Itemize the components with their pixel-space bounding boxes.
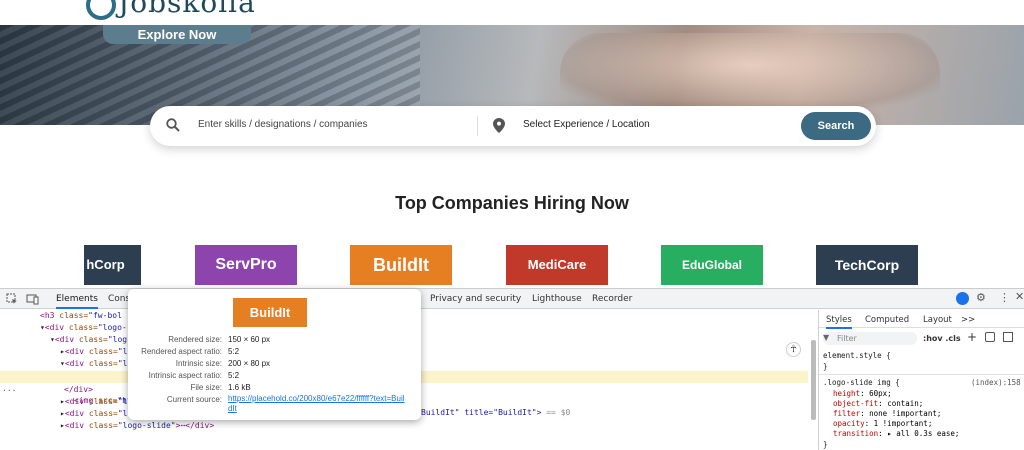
more-options-icon[interactable]: ⋮: [999, 291, 1010, 304]
logo-text: Jobskolla: [118, 0, 256, 19]
company-name: EduGlobal: [682, 258, 742, 272]
rule-close: }: [823, 440, 828, 449]
rule-close: }: [823, 362, 828, 371]
styles-filter-input[interactable]: Filter: [823, 332, 917, 345]
company-name: ServPro: [215, 256, 277, 273]
css-selector[interactable]: .logo-slide img {: [823, 378, 900, 388]
company-logo-medicare[interactable]: MediCare: [506, 245, 608, 285]
page: Jobskolla Explore Now Enter skills / des…: [0, 0, 1024, 450]
tooltip-row: Intrinsic aspect ratio: 5:2: [148, 371, 240, 380]
company-logo-techcorp[interactable]: TechCorp: [816, 245, 918, 285]
job-search-bar: Enter skills / designations / companies …: [150, 106, 876, 146]
css-property[interactable]: transition: ▸ all 0.3s ease;: [833, 429, 959, 439]
accessibility-icon[interactable]: ☥: [786, 342, 801, 357]
sidebar-toggle-icon[interactable]: [1003, 332, 1013, 342]
company-logo-eduglobal[interactable]: EduGlobal: [661, 245, 763, 285]
dom-node-line[interactable]: ▸<div class="l: [60, 396, 127, 408]
tab-layout[interactable]: Layout: [923, 315, 952, 325]
filter-icon: ▼: [823, 333, 830, 342]
search-divider: [477, 116, 478, 136]
toggle-color-icon[interactable]: [985, 332, 995, 342]
hov-cls-toggles[interactable]: :hov .cls: [923, 334, 961, 343]
dom-node-line[interactable]: ▸<div class="logo-slide">⋯</div>: [60, 420, 214, 432]
logo-q-icon: [86, 0, 116, 20]
css-source-link[interactable]: (index):158: [971, 378, 1021, 388]
tab-recorder[interactable]: Recorder: [592, 294, 632, 304]
company-logo-buildit[interactable]: BuildIt: [350, 245, 452, 285]
css-property[interactable]: height: 60px;: [833, 389, 892, 399]
company-name: TechCorp: [834, 257, 900, 273]
add-rule-icon[interactable]: +: [967, 330, 977, 344]
tooltip-row: Rendered aspect ratio: 5:2: [141, 347, 240, 356]
issues-badge-icon[interactable]: [956, 292, 969, 305]
rule-divider: [819, 374, 1024, 375]
tab-privacy-security[interactable]: Privacy and security: [430, 294, 521, 304]
styles-pane: Styles Computed Layout >> Filter ▼ :hov …: [811, 310, 1024, 450]
dom-node-line[interactable]: ▸<div class="l: [60, 408, 127, 420]
element-style-rule[interactable]: element.style {: [823, 351, 891, 361]
css-property[interactable]: opacity: 1 !important;: [833, 419, 932, 429]
company-logo-hcorp[interactable]: hCorp: [84, 245, 141, 285]
device-toolbar-icon[interactable]: [26, 293, 39, 305]
close-devtools-icon[interactable]: ✕: [1015, 290, 1024, 303]
image-preview-tooltip: BuildIt Rendered size: 150 × 60 px Render…: [128, 289, 421, 420]
search-button[interactable]: Search: [801, 112, 871, 140]
section-title: Top Companies Hiring Now: [395, 193, 629, 213]
scrollbar-thumb[interactable]: [811, 340, 816, 420]
dom-node-line[interactable]: ▾<div class="l: [60, 358, 127, 370]
company-name: BuildIt: [373, 255, 429, 275]
css-property[interactable]: object-fit: contain;: [833, 399, 923, 409]
inspect-element-icon[interactable]: [6, 293, 18, 305]
settings-gear-icon[interactable]: ⚙: [976, 291, 986, 304]
more-tabs-icon[interactable]: >>: [961, 315, 975, 325]
top-navbar: Jobskolla: [0, 0, 1024, 25]
tooltip-row: Rendered size: 150 × 60 px: [168, 335, 271, 344]
dom-node-line[interactable]: </div>: [64, 384, 93, 396]
image-preview: BuildIt: [233, 298, 307, 327]
tab-computed[interactable]: Computed: [865, 315, 909, 325]
dom-node-line[interactable]: ▾<div class="logo-: [40, 322, 127, 334]
styles-tabbar: Styles Computed Layout >>: [819, 310, 1024, 329]
current-source-link[interactable]: https://placehold.co/200x80/e67e22/fffff…: [228, 394, 408, 414]
location-pin-icon: [493, 118, 505, 133]
company-name: MediCare: [527, 257, 587, 272]
dom-node-line[interactable]: <h3 class="fw-bol: [40, 310, 122, 322]
company-logo-servpro[interactable]: ServPro: [195, 245, 297, 285]
explore-now-button[interactable]: Explore Now: [103, 25, 251, 44]
search-icon: [166, 118, 180, 132]
tab-styles[interactable]: Styles: [826, 315, 852, 329]
tooltip-row: File size: 1.6 kB: [190, 383, 251, 392]
css-property[interactable]: filter: none !important;: [833, 409, 941, 419]
dom-node-line[interactable]: ▾<div class="log: [50, 334, 127, 346]
tooltip-row: Current source: https://placehold.co/200…: [128, 394, 421, 413]
site-logo[interactable]: Jobskolla: [86, 0, 256, 20]
dom-node-line[interactable]: ▸<div class="l: [60, 346, 127, 358]
experience-location-select[interactable]: Select Experience / Location: [523, 119, 650, 130]
skills-search-input[interactable]: Enter skills / designations / companies: [198, 119, 368, 130]
tooltip-row: Intrinsic size: 200 × 80 px: [175, 359, 271, 368]
company-name: hCorp: [86, 257, 125, 272]
tab-elements[interactable]: Elements: [56, 294, 98, 309]
tab-lighthouse[interactable]: Lighthouse: [532, 294, 582, 304]
